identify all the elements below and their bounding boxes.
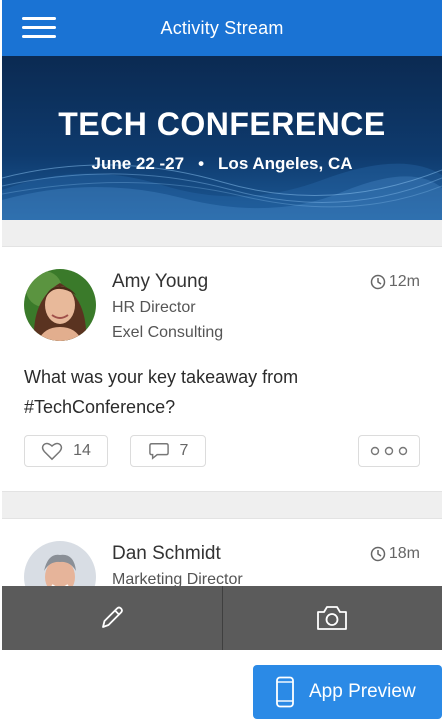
like-count: 14 [73,442,91,459]
event-location: Los Angeles, CA [218,154,353,173]
comment-count: 7 [179,442,189,459]
app-preview-label: App Preview [309,681,416,702]
more-options-button[interactable] [358,435,420,467]
post-time: 18m [370,545,420,563]
time-label: 18m [388,545,420,562]
bottom-action-bar [2,586,442,650]
post-card: Amy Young HR Director Exel Consulting 12… [2,246,442,492]
more-dots-icon [370,446,408,456]
conference-banner: TECH CONFERENCE June 22 -27 • Los Angeles,… [2,56,442,220]
camera-icon [317,606,348,630]
top-bar: Activity Stream [2,0,442,56]
event-dates: June 22 -27 [91,154,185,173]
time-label: 12m [388,273,420,290]
app-preview-button[interactable]: App Preview [253,665,442,719]
post-text: What was your key takeaway from #TechCon… [24,367,299,417]
heart-icon [41,442,63,461]
comment-button[interactable]: 7 [130,435,206,467]
author-company: Exel Consulting [112,324,224,341]
clock-icon [370,546,386,562]
like-button[interactable]: 14 [24,435,108,467]
phone-screen: Activity Stream TECH CONFERENCE June 22 … [2,0,442,650]
separator-dot: • [198,154,205,173]
clock-icon [370,274,386,290]
pencil-icon [101,606,123,628]
banner-title: TECH CONFERENCE [58,106,386,142]
banner-subtitle: June 22 -27 • Los Angeles, CA [2,154,442,174]
avatar[interactable] [24,269,96,341]
mobile-phone-icon [276,676,294,708]
comment-icon [148,443,169,460]
camera-button[interactable] [221,586,443,650]
author-name[interactable]: Dan Schmidt [112,543,221,565]
post-time: 12m [370,273,420,291]
page-title: Activity Stream [160,18,284,38]
wave-graphic [2,163,442,220]
author-role: HR Director [112,299,196,316]
compose-button[interactable] [2,586,222,650]
author-name[interactable]: Amy Young [112,271,208,293]
